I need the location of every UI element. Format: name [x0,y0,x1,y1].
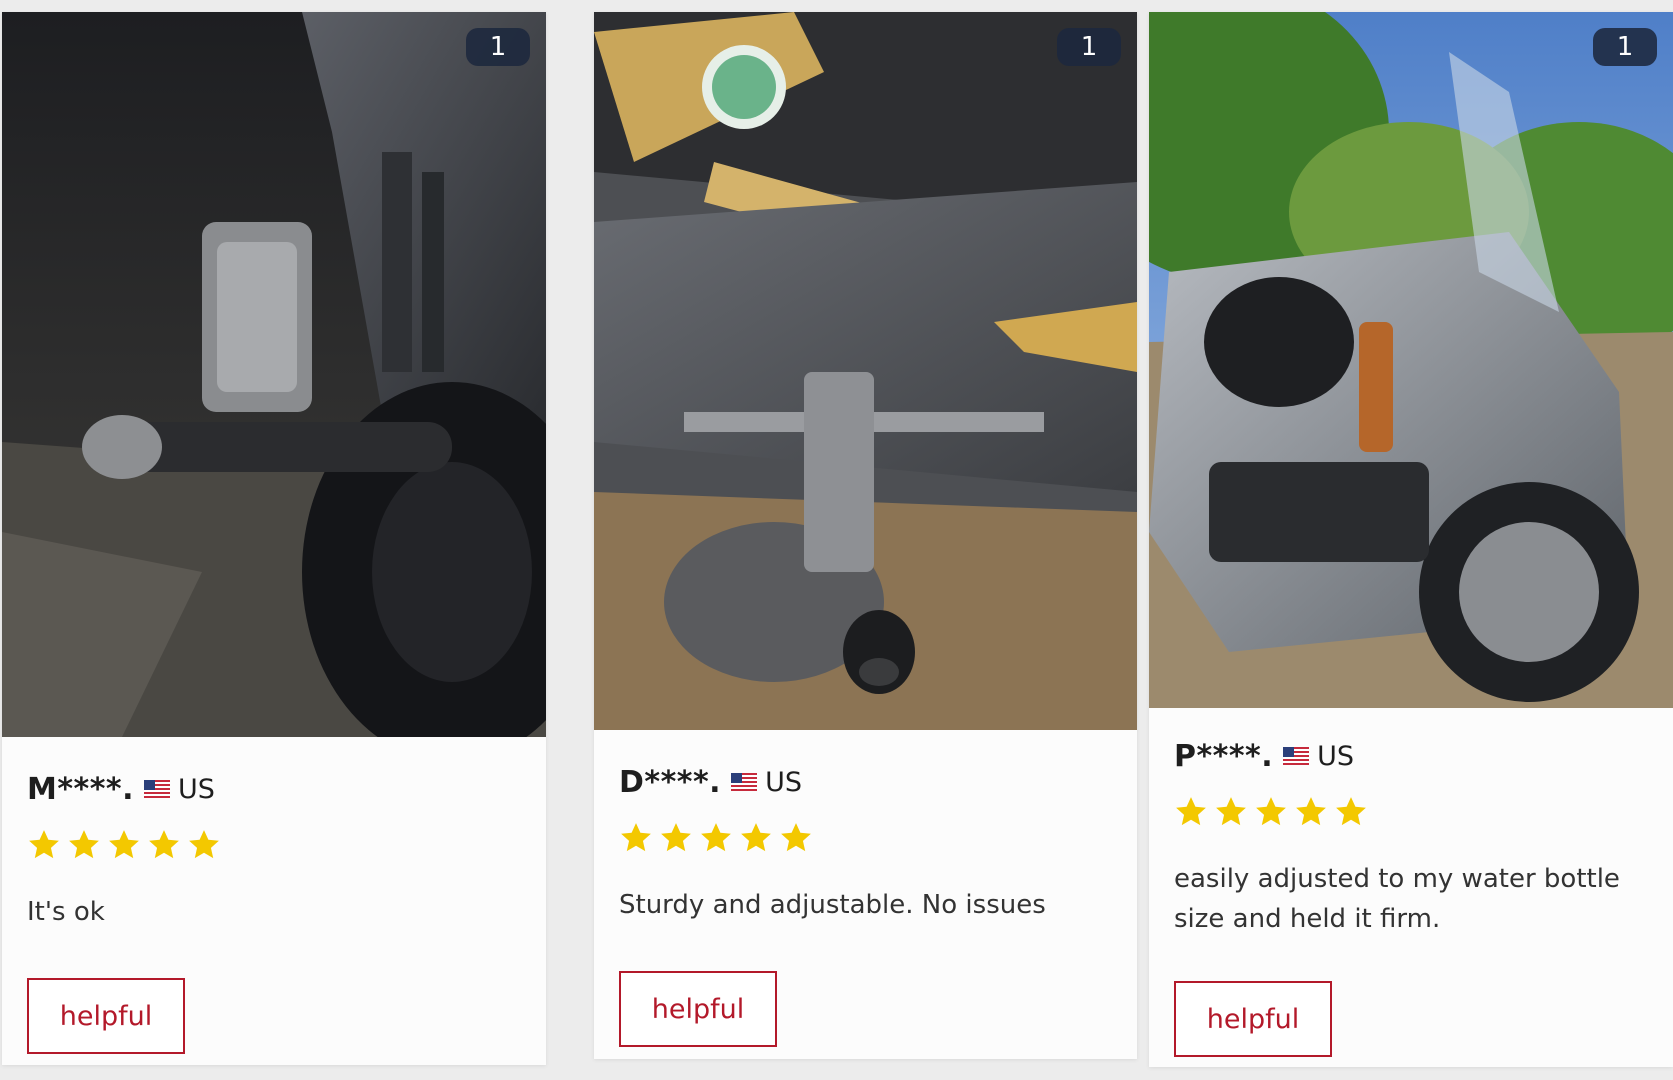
review-text: easily adjusted to my water bottle size … [1174,864,1620,934]
review-card: 1 D****. US Sturdy and adjustable. No is… [594,12,1137,1059]
star-icon [701,823,731,852]
star-icon [661,823,691,852]
star-icon [189,830,219,859]
review-body: M****. US It's ok [27,770,526,932]
us-flag-icon [731,773,758,791]
star-icon [69,830,99,859]
reviewer: M****. US [27,770,526,808]
photo-count-badge: 1 [1593,28,1657,66]
star-icon [29,830,59,859]
star-icon [1336,797,1366,826]
review-card: 1 P****. US easily adjusted to my water … [1149,12,1673,1067]
helpful-button[interactable]: helpful [1174,981,1332,1057]
photo-count-badge: 1 [466,28,530,66]
star-icon [1296,797,1326,826]
review-body: P****. US easily adjusted to my water bo… [1174,737,1653,939]
reviewer-country: US [178,773,215,805]
reviewer-country: US [1317,740,1355,772]
helpful-button[interactable]: helpful [27,978,185,1054]
review-photo-image [2,12,546,737]
star-icon [1216,797,1246,826]
star-icon [741,823,771,852]
star-rating [27,828,526,862]
review-photo[interactable]: 1 [2,12,546,737]
star-icon [149,830,179,859]
star-rating [1174,795,1653,829]
star-icon [621,823,651,852]
review-photo-image [1149,12,1673,708]
photo-count-badge: 1 [1057,28,1121,66]
helpful-button[interactable]: helpful [619,971,777,1047]
us-flag-icon [1283,747,1310,765]
reviewer-country: US [765,766,802,798]
review-photo[interactable]: 1 [1149,12,1673,708]
reviewer-name: D****. [619,764,722,800]
reviewer: P****. US [1174,737,1653,775]
star-icon [1176,797,1206,826]
star-icon [109,830,139,859]
review-photo[interactable]: 1 [594,12,1137,730]
star-icon [1256,797,1286,826]
star-rating [619,821,1117,855]
review-text: It's ok [27,897,105,927]
review-photo-image [594,12,1137,730]
review-card: 1 M****. US It's ok helpful [2,12,546,1065]
star-icon [781,823,811,852]
reviewer-name: M****. [27,771,135,807]
review-list: 1 M****. US It's ok helpful 1 D****. US … [0,0,1673,1080]
review-body: D****. US Sturdy and adjustable. No issu… [619,763,1117,925]
reviewer: D****. US [619,763,1117,801]
review-text: Sturdy and adjustable. No issues [619,890,1046,920]
us-flag-icon [144,780,171,798]
reviewer-name: P****. [1174,738,1274,774]
